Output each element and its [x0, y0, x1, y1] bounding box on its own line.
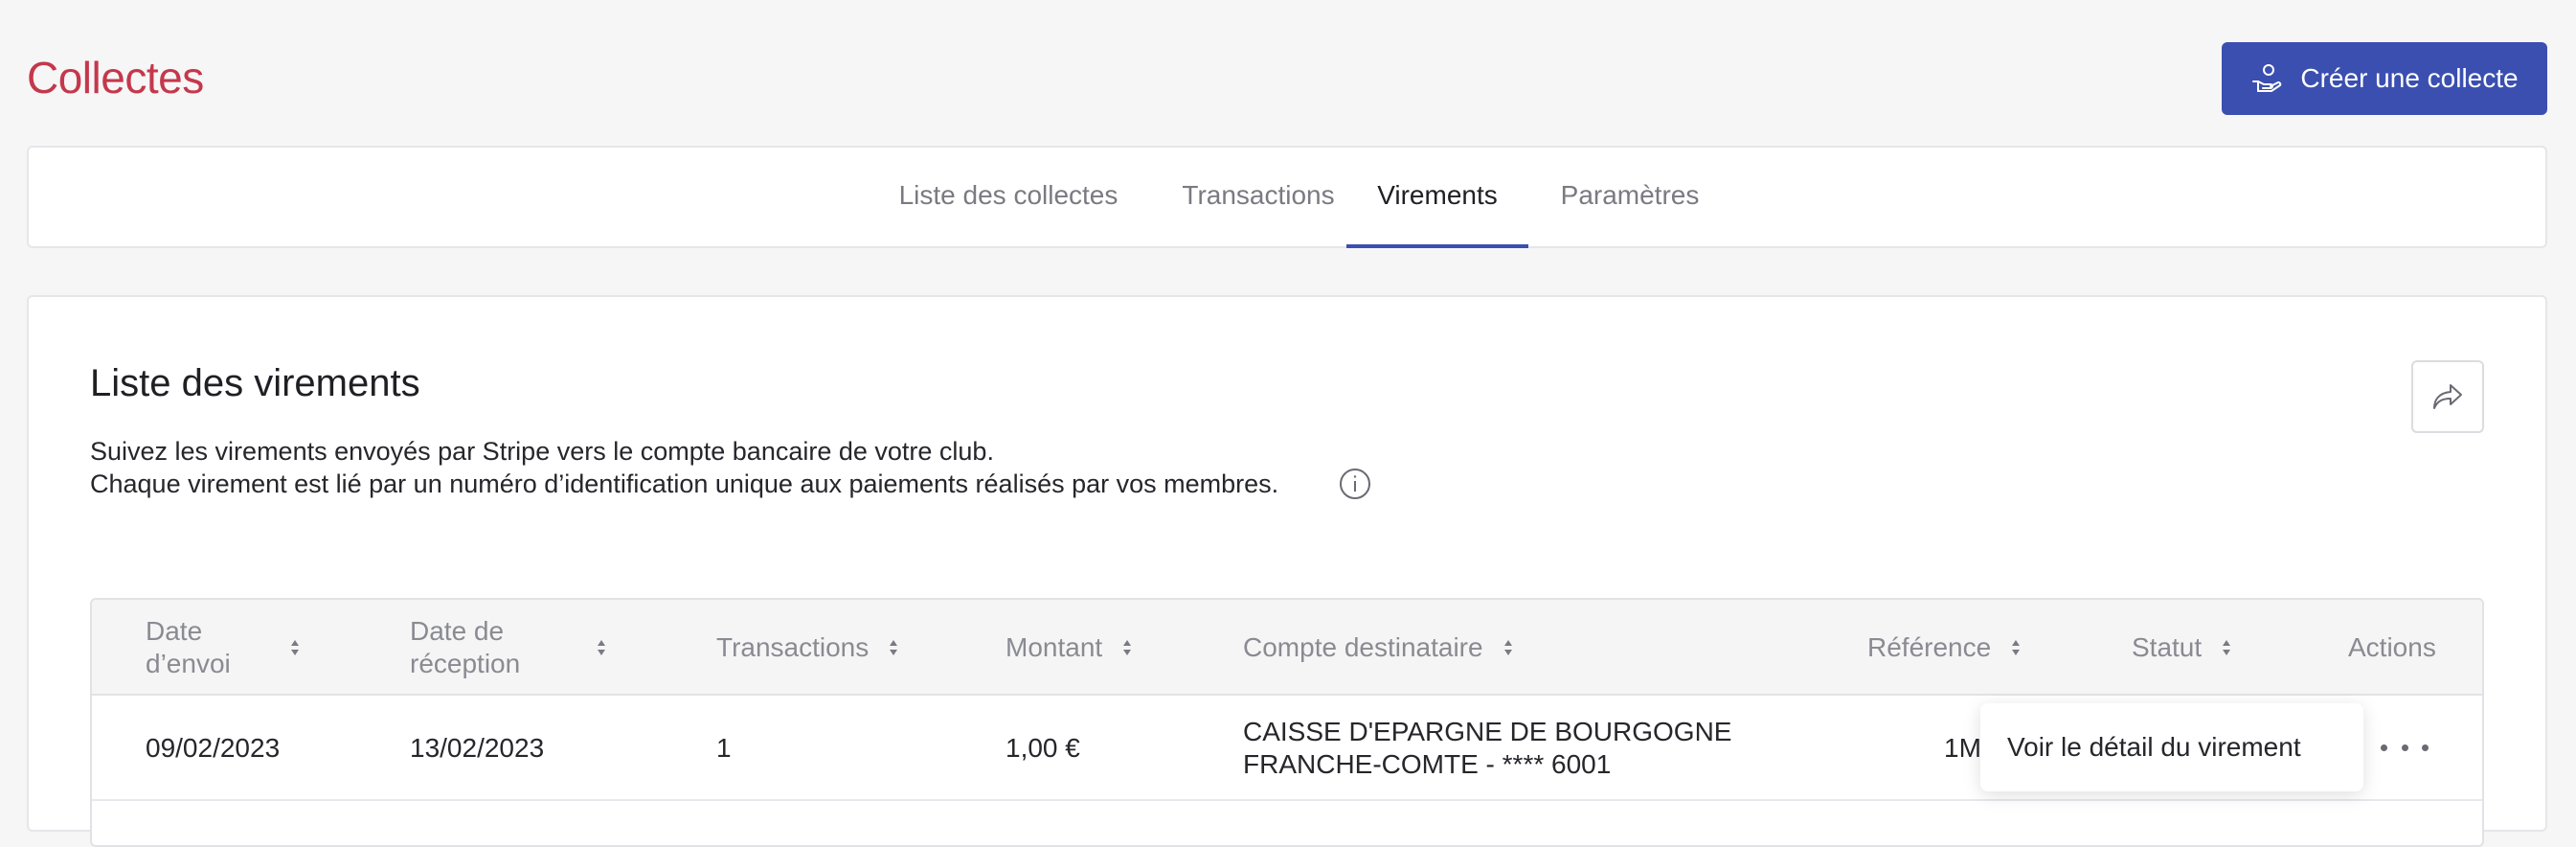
- sort-icon: [2012, 640, 2021, 655]
- column-date-envoi-label: Date d’envoi: [146, 616, 231, 678]
- column-reference[interactable]: Référence: [1867, 600, 2022, 696]
- column-date-envoi[interactable]: Date d’envoi: [146, 600, 301, 696]
- cell-date-reception: 13/02/2023: [410, 733, 545, 763]
- column-actions: Actions: [2348, 600, 2436, 696]
- tab-liste-des-collectes[interactable]: Liste des collectes: [883, 148, 1134, 248]
- sort-icon: [291, 640, 299, 655]
- tab-parametres[interactable]: Paramètres: [1551, 148, 1708, 248]
- column-statut[interactable]: Statut: [2132, 600, 2232, 696]
- cell-montant: 1,00 €: [1006, 733, 1080, 763]
- create-collecte-button[interactable]: Créer une collecte: [2222, 42, 2547, 115]
- column-reference-label: Référence: [1867, 632, 1992, 662]
- column-compte-destinataire[interactable]: Compte destinataire: [1243, 600, 1514, 696]
- column-transactions-label: Transactions: [716, 632, 870, 662]
- dot-icon: [2401, 744, 2408, 751]
- sort-icon: [1503, 640, 1512, 655]
- hand-coin-icon: [2252, 64, 2282, 92]
- sort-icon: [2223, 640, 2231, 655]
- column-compte-label: Compte destinataire: [1243, 632, 1483, 662]
- create-collecte-label: Créer une collecte: [2300, 63, 2519, 93]
- column-date-reception-label: Date de réception: [410, 616, 521, 678]
- column-montant-label: Montant: [1006, 632, 1103, 662]
- cell-date-envoi: 09/02/2023: [146, 733, 281, 763]
- dot-icon: [2422, 744, 2429, 751]
- cell-transactions: 1: [716, 733, 732, 763]
- table-header: Date d’envoi Date de réception Transacti…: [92, 600, 2482, 696]
- sort-icon: [1123, 640, 1132, 655]
- tab-virements[interactable]: Virements: [1346, 148, 1528, 248]
- tabs-bar: Liste des collectes Transactions Viremen…: [27, 146, 2547, 248]
- description-line-1: Suivez les virements envoyés par Stripe …: [90, 437, 994, 466]
- column-date-reception[interactable]: Date de réception: [410, 600, 607, 696]
- column-actions-label: Actions: [2348, 632, 2436, 662]
- column-montant[interactable]: Montant: [1006, 600, 1133, 696]
- dot-icon: [2381, 744, 2387, 751]
- column-statut-label: Statut: [2132, 632, 2203, 662]
- sort-icon: [890, 640, 898, 655]
- more-actions-button[interactable]: [2381, 730, 2429, 765]
- column-transactions[interactable]: Transactions: [716, 600, 899, 696]
- share-button[interactable]: [2411, 360, 2484, 433]
- actions-popup-item[interactable]: Voir le détail du virement: [1980, 703, 2363, 791]
- section-title: Liste des virements: [90, 362, 420, 404]
- cell-compte-destinataire: CAISSE D'EPARGNE DE BOURGOGNE FRANCHE-CO…: [1243, 717, 1732, 779]
- sort-icon: [598, 640, 605, 655]
- share-icon: [2433, 384, 2462, 409]
- info-icon[interactable]: [1339, 468, 1371, 500]
- page-title: Collectes: [27, 53, 204, 103]
- tab-transactions[interactable]: Transactions: [1164, 148, 1352, 248]
- description-line-2: Chaque virement est lié par un numéro d’…: [90, 469, 1279, 498]
